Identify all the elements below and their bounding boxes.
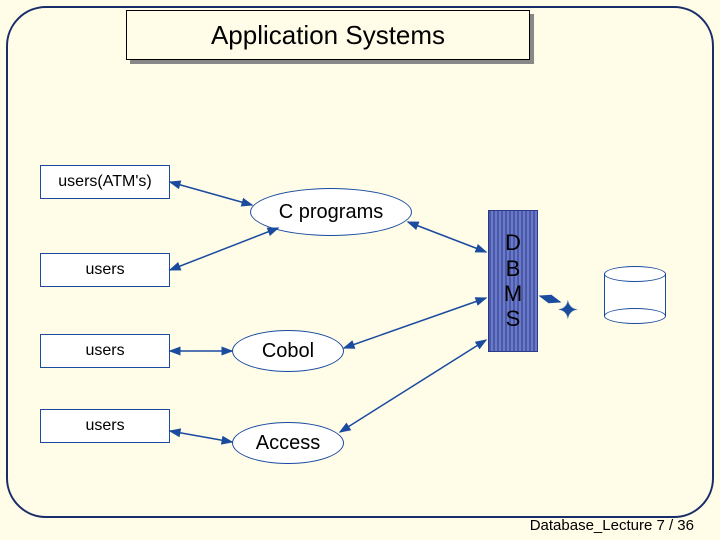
dbms-label: D B M S <box>504 230 522 331</box>
star-icon: ✦ <box>557 295 579 326</box>
title-box: Application Systems <box>126 10 530 60</box>
program-cobol: Cobol <box>232 330 344 372</box>
program-access: Access <box>232 422 344 464</box>
user-box-2-label: users <box>85 261 124 279</box>
user-box-1-label: users(ATM's) <box>58 173 151 191</box>
footer-text: Database_Lecture 7 / 36 <box>530 517 694 534</box>
program-access-label: Access <box>256 432 320 455</box>
program-cobol-label: Cobol <box>262 340 314 363</box>
user-box-3-label: users <box>85 342 124 360</box>
program-c-label: C programs <box>279 201 383 224</box>
user-box-3: users <box>40 334 170 368</box>
dbms-box: D B M S <box>488 210 538 352</box>
footer-label: Database_Lecture 7 / 36 <box>530 517 694 534</box>
title-text: Application Systems <box>211 20 445 51</box>
user-box-1: users(ATM's) <box>40 165 170 199</box>
user-box-4-label: users <box>85 417 124 435</box>
program-c: C programs <box>250 188 412 236</box>
database-cylinder-icon <box>604 266 666 316</box>
user-box-2: users <box>40 253 170 287</box>
user-box-4: users <box>40 409 170 443</box>
